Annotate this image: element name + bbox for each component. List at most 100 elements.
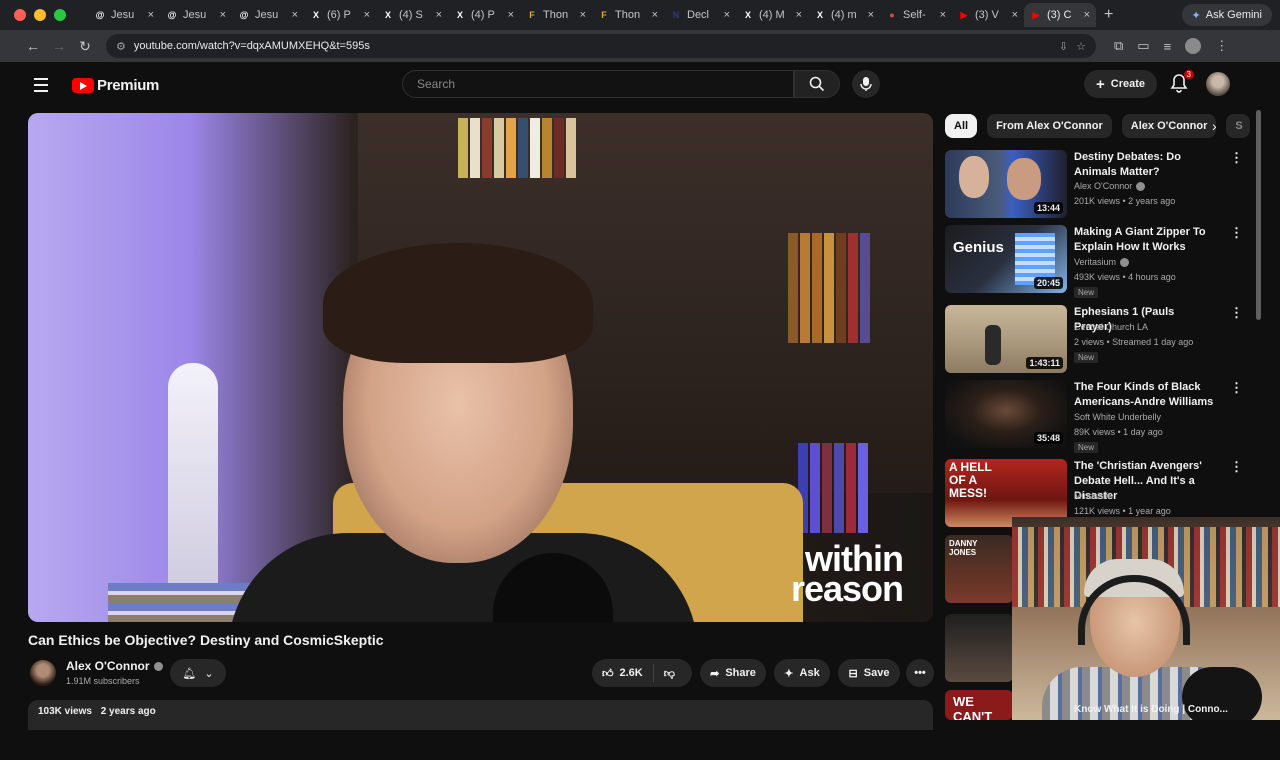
more-vertical-icon[interactable]: ⋮	[1230, 459, 1243, 475]
close-tab-icon[interactable]: ×	[364, 9, 370, 21]
site-info-icon[interactable]: ⚙	[116, 40, 126, 53]
search-input[interactable]: Search	[402, 70, 794, 98]
recommendation-title[interactable]: The Four Kinds of Black Americans-Andre …	[1074, 380, 1214, 410]
chevron-right-icon[interactable]: ›	[1212, 118, 1217, 134]
minimize-window-button[interactable]	[34, 9, 46, 21]
channel-name-link[interactable]: Alex O'Connor	[66, 659, 163, 673]
video-thumbnail[interactable]: DANNY JONES	[945, 535, 1013, 603]
create-button[interactable]: + Create	[1084, 70, 1158, 98]
recommendation-item[interactable]	[945, 614, 1013, 684]
recommendation-title[interactable]: Know What It is Doing | Conno...	[1074, 704, 1228, 715]
menu-icon[interactable]	[34, 78, 64, 92]
notifications-button[interactable]: 3	[1168, 70, 1194, 96]
browser-tab[interactable]: X (4) m ×	[808, 3, 880, 27]
more-vertical-icon[interactable]: ⋮	[1230, 380, 1243, 396]
recommendation-item[interactable]: Genius 20:45 Making A Giant Zipper To Ex…	[945, 225, 1245, 298]
new-tab-button[interactable]: +	[1104, 6, 1113, 24]
forward-icon[interactable]: →	[46, 38, 72, 54]
recommendation-item[interactable]: 1:43:11 Ephesians 1 (Pauls Prayer) Centr…	[945, 305, 1245, 375]
chrome-profile-avatar[interactable]	[1185, 38, 1202, 54]
browser-tab[interactable]: ▶ (3) V ×	[952, 3, 1024, 27]
video-player[interactable]: within reason	[28, 113, 933, 622]
recommendation-channel[interactable]: Soft White Underbelly	[1074, 412, 1161, 422]
more-vertical-icon[interactable]: ⋮	[1230, 225, 1243, 241]
search-button[interactable]	[794, 70, 840, 98]
video-thumbnail[interactable]: 13:44	[945, 150, 1067, 218]
reading-list-icon[interactable]: ≡	[1164, 39, 1172, 54]
browser-tab[interactable]: X (6) P ×	[304, 3, 376, 27]
close-tab-icon[interactable]: ×	[796, 9, 802, 21]
description-box[interactable]: 103K views 2 years ago	[28, 700, 933, 730]
browser-tab[interactable]: N Decl ×	[664, 3, 736, 27]
browser-tab[interactable]: X (4) S ×	[376, 3, 448, 27]
close-tab-icon[interactable]: ×	[1012, 9, 1018, 21]
voice-search-button[interactable]	[852, 70, 880, 98]
bookmark-star-icon[interactable]: ☆	[1076, 40, 1086, 53]
close-tab-icon[interactable]: ×	[724, 9, 730, 21]
recommendation-channel[interactable]: Alex O'Connor	[1074, 181, 1146, 191]
browser-tab[interactable]: X (4) M ×	[736, 3, 808, 27]
close-tab-icon[interactable]: ×	[868, 9, 874, 21]
browser-tab[interactable]: @ Jesu ×	[160, 3, 232, 27]
install-icon[interactable]: ⇩	[1059, 40, 1068, 53]
recommendation-item[interactable]: 35:48 The Four Kinds of Black Americans-…	[945, 380, 1245, 453]
browser-tab[interactable]: F Thon ×	[520, 3, 592, 27]
video-thumbnail[interactable]: 35:48	[945, 380, 1067, 448]
video-thumbnail[interactable]: 1:43:11	[945, 305, 1067, 373]
recommendation-channel[interactable]: Veritasium	[1074, 257, 1130, 267]
reload-icon[interactable]: ↻	[72, 38, 98, 55]
chip-from-channel[interactable]: From Alex O'Connor	[987, 114, 1112, 138]
browser-tab[interactable]: X (4) P ×	[448, 3, 520, 27]
youtube-logo[interactable]: Premium	[72, 77, 159, 94]
more-vertical-icon[interactable]: ⋮	[1230, 150, 1243, 166]
back-icon[interactable]: ←	[20, 38, 46, 54]
new-badge: New	[1074, 287, 1099, 298]
ask-button[interactable]: ✦ Ask	[774, 659, 830, 687]
browser-tab[interactable]: F Thon ×	[592, 3, 664, 27]
subscription-bell-button[interactable]: 🔔︎ ⌄	[170, 659, 226, 687]
account-avatar[interactable]	[1206, 72, 1230, 96]
browser-tab[interactable]: ● Self- ×	[880, 3, 952, 27]
close-tab-icon[interactable]: ×	[292, 9, 298, 21]
recommendation-channel[interactable]: Central Church LA	[1074, 322, 1148, 332]
close-tab-icon[interactable]: ×	[148, 9, 154, 21]
recommendation-title[interactable]: Making A Giant Zipper To Explain How It …	[1074, 225, 1214, 255]
browser-tab[interactable]: @ Jesu ×	[232, 3, 304, 27]
recommendation-item[interactable]: WE CAN'T	[945, 690, 1013, 760]
share-button[interactable]: ➦ Share	[700, 659, 766, 687]
zoom-window-button[interactable]	[54, 9, 66, 21]
close-tab-icon[interactable]: ×	[580, 9, 586, 21]
recommendation-item[interactable]: DANNY JONES	[945, 535, 1013, 605]
recommendation-channel[interactable]: Mindshift	[1074, 491, 1110, 501]
save-button[interactable]: ⊟ Save	[838, 659, 900, 687]
close-tab-icon[interactable]: ×	[1084, 9, 1090, 21]
chip-all[interactable]: All	[945, 114, 978, 138]
verified-icon	[1136, 181, 1146, 191]
browser-tab[interactable]: ▶ (3) C ×	[1024, 3, 1096, 27]
more-actions-button[interactable]: •••	[906, 659, 934, 687]
close-tab-icon[interactable]: ×	[940, 9, 946, 21]
recommendation-title[interactable]: Destiny Debates: Do Animals Matter?	[1074, 150, 1214, 180]
chip-partial[interactable]: S	[1226, 114, 1251, 138]
close-tab-icon[interactable]: ×	[652, 9, 658, 21]
sidebar-scrollbar[interactable]	[1256, 110, 1261, 320]
video-thumbnail[interactable]: WE CAN'T	[945, 690, 1013, 720]
close-tab-icon[interactable]: ×	[436, 9, 442, 21]
chip-channel[interactable]: Alex O'Connor	[1121, 114, 1217, 138]
video-thumbnail[interactable]: Genius 20:45	[945, 225, 1067, 293]
like-button[interactable]: 👍︎ 2.6K	[592, 664, 654, 682]
recommendation-item[interactable]: 13:44 Destiny Debates: Do Animals Matter…	[945, 150, 1245, 220]
more-vertical-icon[interactable]: ⋮	[1230, 305, 1243, 321]
extensions-icon[interactable]: ⧉	[1114, 38, 1123, 54]
channel-avatar[interactable]	[30, 660, 56, 686]
dislike-button[interactable]: 👎︎	[654, 667, 685, 680]
chrome-menu-icon[interactable]: ⋮	[1215, 38, 1228, 54]
close-tab-icon[interactable]: ×	[508, 9, 514, 21]
close-window-button[interactable]	[14, 9, 26, 21]
url-field[interactable]: ⚙ youtube.com/watch?v=dqxAMUMXEHQ&t=595s…	[106, 34, 1096, 58]
ask-gemini-button[interactable]: ✦ Ask Gemini	[1181, 4, 1272, 26]
browser-tab[interactable]: @ Jesu ×	[88, 3, 160, 27]
tab-search-icon[interactable]: ▭	[1137, 38, 1149, 54]
video-thumbnail[interactable]	[945, 614, 1013, 682]
close-tab-icon[interactable]: ×	[220, 9, 226, 21]
